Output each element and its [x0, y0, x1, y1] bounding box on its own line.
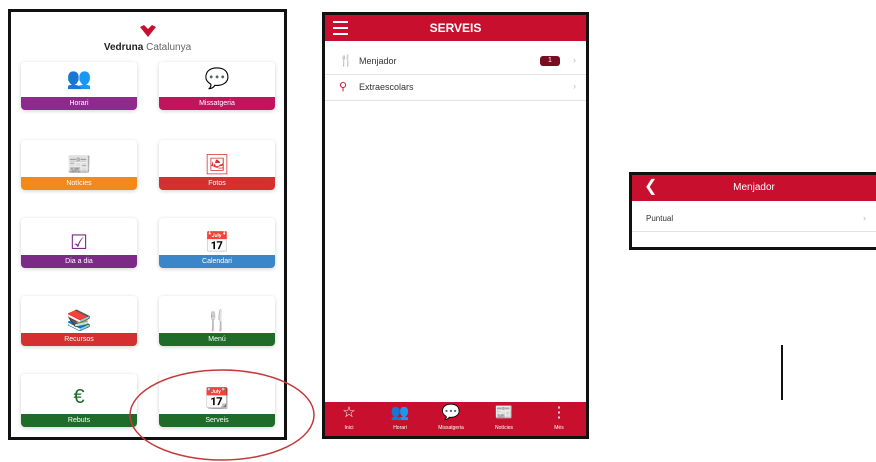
home-screen: Vedruna Catalunya 👥 Horari 💬 Missatgeria 📰 No…: [8, 9, 287, 440]
tab-m-s[interactable]: ⋮ Més: [539, 402, 579, 436]
photo-icon: 🖼: [204, 154, 230, 176]
chat-icon: 💬: [204, 68, 230, 90]
chevron-right-icon: ›: [863, 213, 866, 223]
star-icon: ☆: [342, 404, 356, 421]
euro-icon: €: [73, 386, 85, 408]
heart-icon: [139, 25, 156, 37]
checklist-icon: ☑: [70, 232, 88, 254]
serveis-header: SERVEIS: [325, 15, 586, 41]
tile-serveis[interactable]: 📆 Serveis: [159, 374, 275, 427]
vedruna-logo: Vedruna Catalunya: [11, 24, 284, 53]
tile-men-[interactable]: 🍴 Menú: [159, 296, 275, 346]
tile-dia-a-dia[interactable]: ☑ Dia a dia: [21, 218, 137, 268]
tile-label: Rebuts: [21, 414, 137, 427]
count-badge: 1: [540, 56, 560, 66]
serveis-title: SERVEIS: [429, 21, 482, 35]
logo-region: Catalunya: [143, 42, 192, 53]
chevron-right-icon: ›: [573, 55, 576, 65]
tab-not-cies[interactable]: 📰 Notícies: [484, 402, 524, 436]
tile-label: Horari: [21, 97, 137, 110]
serveis-screen: SERVEIS 🍴 Menjador 1 › ⚲ Extraescolars › ☆ Inic…: [322, 12, 589, 439]
calendar-plus-icon: 📆: [204, 388, 230, 410]
newspaper-icon: 📰: [494, 404, 514, 421]
tile-rebuts[interactable]: € Rebuts: [21, 374, 137, 427]
newspaper-icon: 📰: [66, 154, 92, 176]
people-icon: 👥: [390, 404, 410, 421]
tab-label: Inici: [344, 425, 354, 431]
list-item-label: Extraescolars: [359, 82, 414, 92]
tile-fotos[interactable]: 🖼 Fotos: [159, 140, 275, 190]
tile-horari[interactable]: 👥 Horari: [21, 62, 137, 110]
tile-label: Notícies: [21, 177, 137, 190]
list-item-puntual[interactable]: Puntual ›: [632, 205, 876, 232]
tile-missatgeria[interactable]: 💬 Missatgeria: [159, 62, 275, 110]
menjador-header: ❮ Menjador: [632, 175, 876, 201]
more-vertical-icon: ⋮: [551, 404, 567, 421]
calendar-icon: 📅: [204, 232, 230, 254]
tile-label: Missatgeria: [159, 97, 275, 110]
bottom-tab-bar: ☆ Inici 👥 Horari 💬 Missatgeria 📰 Notícies ⋮ Més: [325, 402, 586, 436]
tab-label: Notícies: [494, 425, 514, 431]
logo-brand: Vedruna: [103, 42, 144, 53]
tile-calendari[interactable]: 📅 Calendari: [159, 218, 275, 268]
menjador-screen: ❮ Menjador Puntual ›: [629, 172, 876, 250]
tab-missatgeria[interactable]: 💬 Missatgeria: [431, 402, 471, 436]
list-item-label: Puntual: [646, 214, 674, 223]
fork-knife-icon: 🍴: [339, 55, 353, 67]
tile-label: Dia a dia: [21, 255, 137, 268]
tab-label: Més: [554, 425, 564, 431]
tile-label: Calendari: [159, 255, 275, 268]
tile-label: Menú: [159, 333, 275, 346]
tab-horari[interactable]: 👥 Horari: [380, 402, 420, 436]
tile-label: Recursos: [21, 333, 137, 346]
text-cursor: [781, 345, 783, 400]
tile-not-cies[interactable]: 📰 Notícies: [21, 140, 137, 190]
tile-recursos[interactable]: 📚 Recursos: [21, 296, 137, 346]
tab-inici[interactable]: ☆ Inici: [329, 402, 369, 436]
books-icon: 📚: [66, 310, 92, 332]
tile-label: Serveis: [159, 414, 275, 427]
tab-label: Missatgeria: [438, 425, 464, 431]
tab-label: Horari: [393, 425, 407, 431]
people-icon: 👥: [66, 68, 92, 90]
pin-icon: ⚲: [339, 81, 348, 93]
list-item-label: Menjador: [359, 56, 397, 66]
list-item-menjador[interactable]: 🍴 Menjador 1 ›: [325, 48, 586, 75]
chat-icon: 💬: [441, 404, 461, 421]
list-item-extraescolars[interactable]: ⚲ Extraescolars ›: [325, 74, 586, 101]
chevron-right-icon: ›: [573, 81, 576, 91]
tile-label: Fotos: [159, 177, 275, 190]
fork-knife-icon: 🍴: [204, 310, 230, 332]
menjador-title: Menjador: [733, 182, 775, 193]
